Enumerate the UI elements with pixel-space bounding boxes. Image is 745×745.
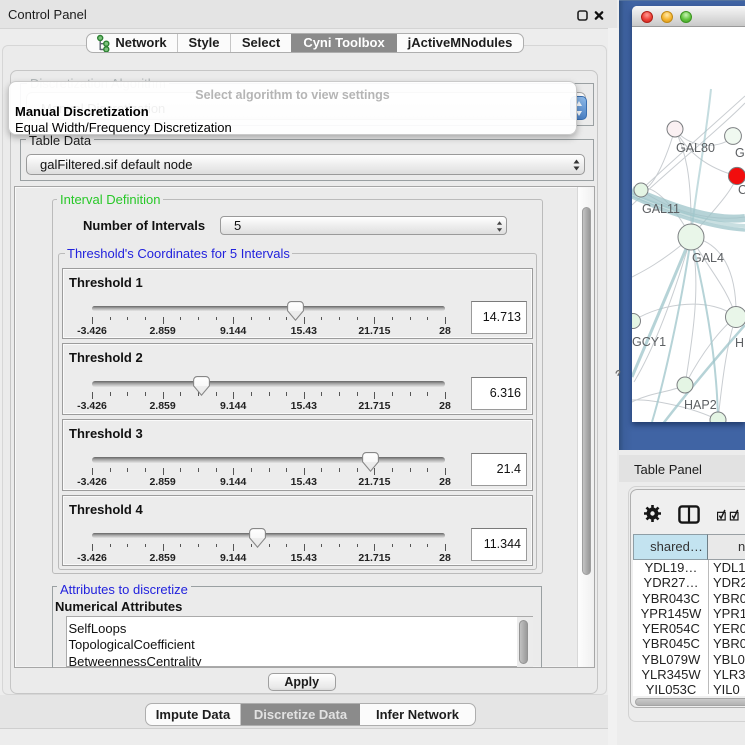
svg-text:G: G: [735, 146, 745, 160]
svg-text:H: H: [735, 336, 744, 350]
svg-text:GAL4: GAL4: [692, 251, 724, 265]
svg-text:GCY1: GCY1: [632, 335, 666, 349]
svg-text:C: C: [738, 183, 745, 197]
svg-text:GAL80: GAL80: [676, 141, 715, 155]
svg-text:GAL11: GAL11: [642, 202, 680, 216]
svg-text:HAP2: HAP2: [684, 398, 717, 412]
